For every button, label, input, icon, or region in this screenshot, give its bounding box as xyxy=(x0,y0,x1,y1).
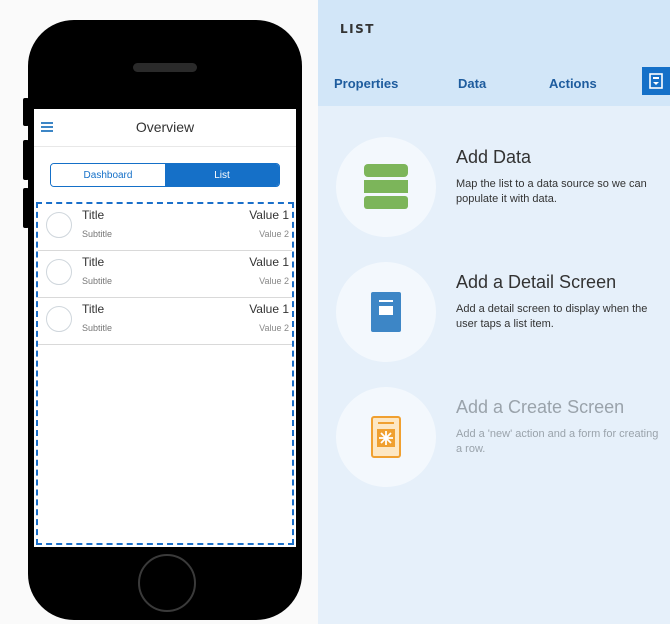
card-icon-circle xyxy=(336,262,436,362)
panel-title: LIST xyxy=(340,22,375,36)
detail-screen-icon xyxy=(371,292,401,332)
card-icon-circle xyxy=(336,137,436,237)
card-icon-circle xyxy=(336,387,436,487)
create-screen-icon xyxy=(371,416,401,458)
segment-dashboard[interactable]: Dashboard xyxy=(51,164,165,186)
list-item-subtitle: Subtitle xyxy=(82,229,113,239)
list-item-value2: Value 2 xyxy=(259,276,289,286)
list-item-value2: Value 2 xyxy=(259,323,289,333)
panel-options-icon[interactable] xyxy=(642,67,670,95)
properties-panel: LIST Properties Data Actions Add Data Ma… xyxy=(318,0,670,624)
avatar xyxy=(46,212,72,238)
database-icon xyxy=(364,164,408,209)
panel-tabs: Properties Data Actions xyxy=(318,60,670,106)
list-item-value1: Value 1 xyxy=(249,208,289,222)
list-item-title: Title xyxy=(82,208,105,222)
segment-list[interactable]: List xyxy=(165,164,279,186)
phone-home-button xyxy=(138,554,196,612)
phone-speaker xyxy=(133,63,197,72)
card-heading: Add Data xyxy=(456,147,532,167)
design-canvas: Overview Dashboard List Title Subtitle V… xyxy=(0,0,318,624)
card-description: Add a 'new' action and a form for creati… xyxy=(456,428,659,455)
list-control[interactable]: Title Subtitle Value 1 Value 2 Title Sub… xyxy=(36,202,294,545)
list-item-subtitle: Subtitle xyxy=(82,323,113,333)
avatar xyxy=(46,259,72,285)
list-item-title: Title xyxy=(82,302,105,316)
card-description: Add a detail screen to display when the … xyxy=(456,303,648,330)
list-item-value1: Value 1 xyxy=(249,255,289,269)
phone-screen: Overview Dashboard List Title Subtitle V… xyxy=(34,109,296,547)
list-item-value2: Value 2 xyxy=(259,229,289,239)
screen-title: Overview xyxy=(135,119,195,135)
add-create-screen-card[interactable]: Add a Create Screen Add a 'new' action a… xyxy=(336,387,670,487)
screen-header: Overview xyxy=(34,109,296,147)
segmented-control: Dashboard List xyxy=(50,163,280,187)
list-item-value1: Value 1 xyxy=(249,302,289,316)
phone-frame: Overview Dashboard List Title Subtitle V… xyxy=(28,20,302,620)
list-item-subtitle: Subtitle xyxy=(82,276,113,286)
list-item[interactable]: Title Subtitle Value 1 Value 2 xyxy=(38,251,292,298)
card-heading: Add a Create Screen xyxy=(456,397,625,417)
add-detail-screen-card[interactable]: Add a Detail Screen Add a detail screen … xyxy=(336,262,670,362)
card-description: Map the list to a data source so we can … xyxy=(456,178,647,205)
list-item-title: Title xyxy=(82,255,105,269)
card-heading: Add a Detail Screen xyxy=(456,272,617,292)
tab-properties[interactable]: Properties xyxy=(334,76,398,91)
tab-actions[interactable]: Actions xyxy=(549,76,597,91)
add-data-card[interactable]: Add Data Map the list to a data source s… xyxy=(336,137,670,237)
avatar xyxy=(46,306,72,332)
list-item[interactable]: Title Subtitle Value 1 Value 2 xyxy=(38,204,292,251)
list-item[interactable]: Title Subtitle Value 1 Value 2 xyxy=(38,298,292,345)
tab-data[interactable]: Data xyxy=(458,76,486,91)
panel-header: LIST xyxy=(318,0,670,60)
